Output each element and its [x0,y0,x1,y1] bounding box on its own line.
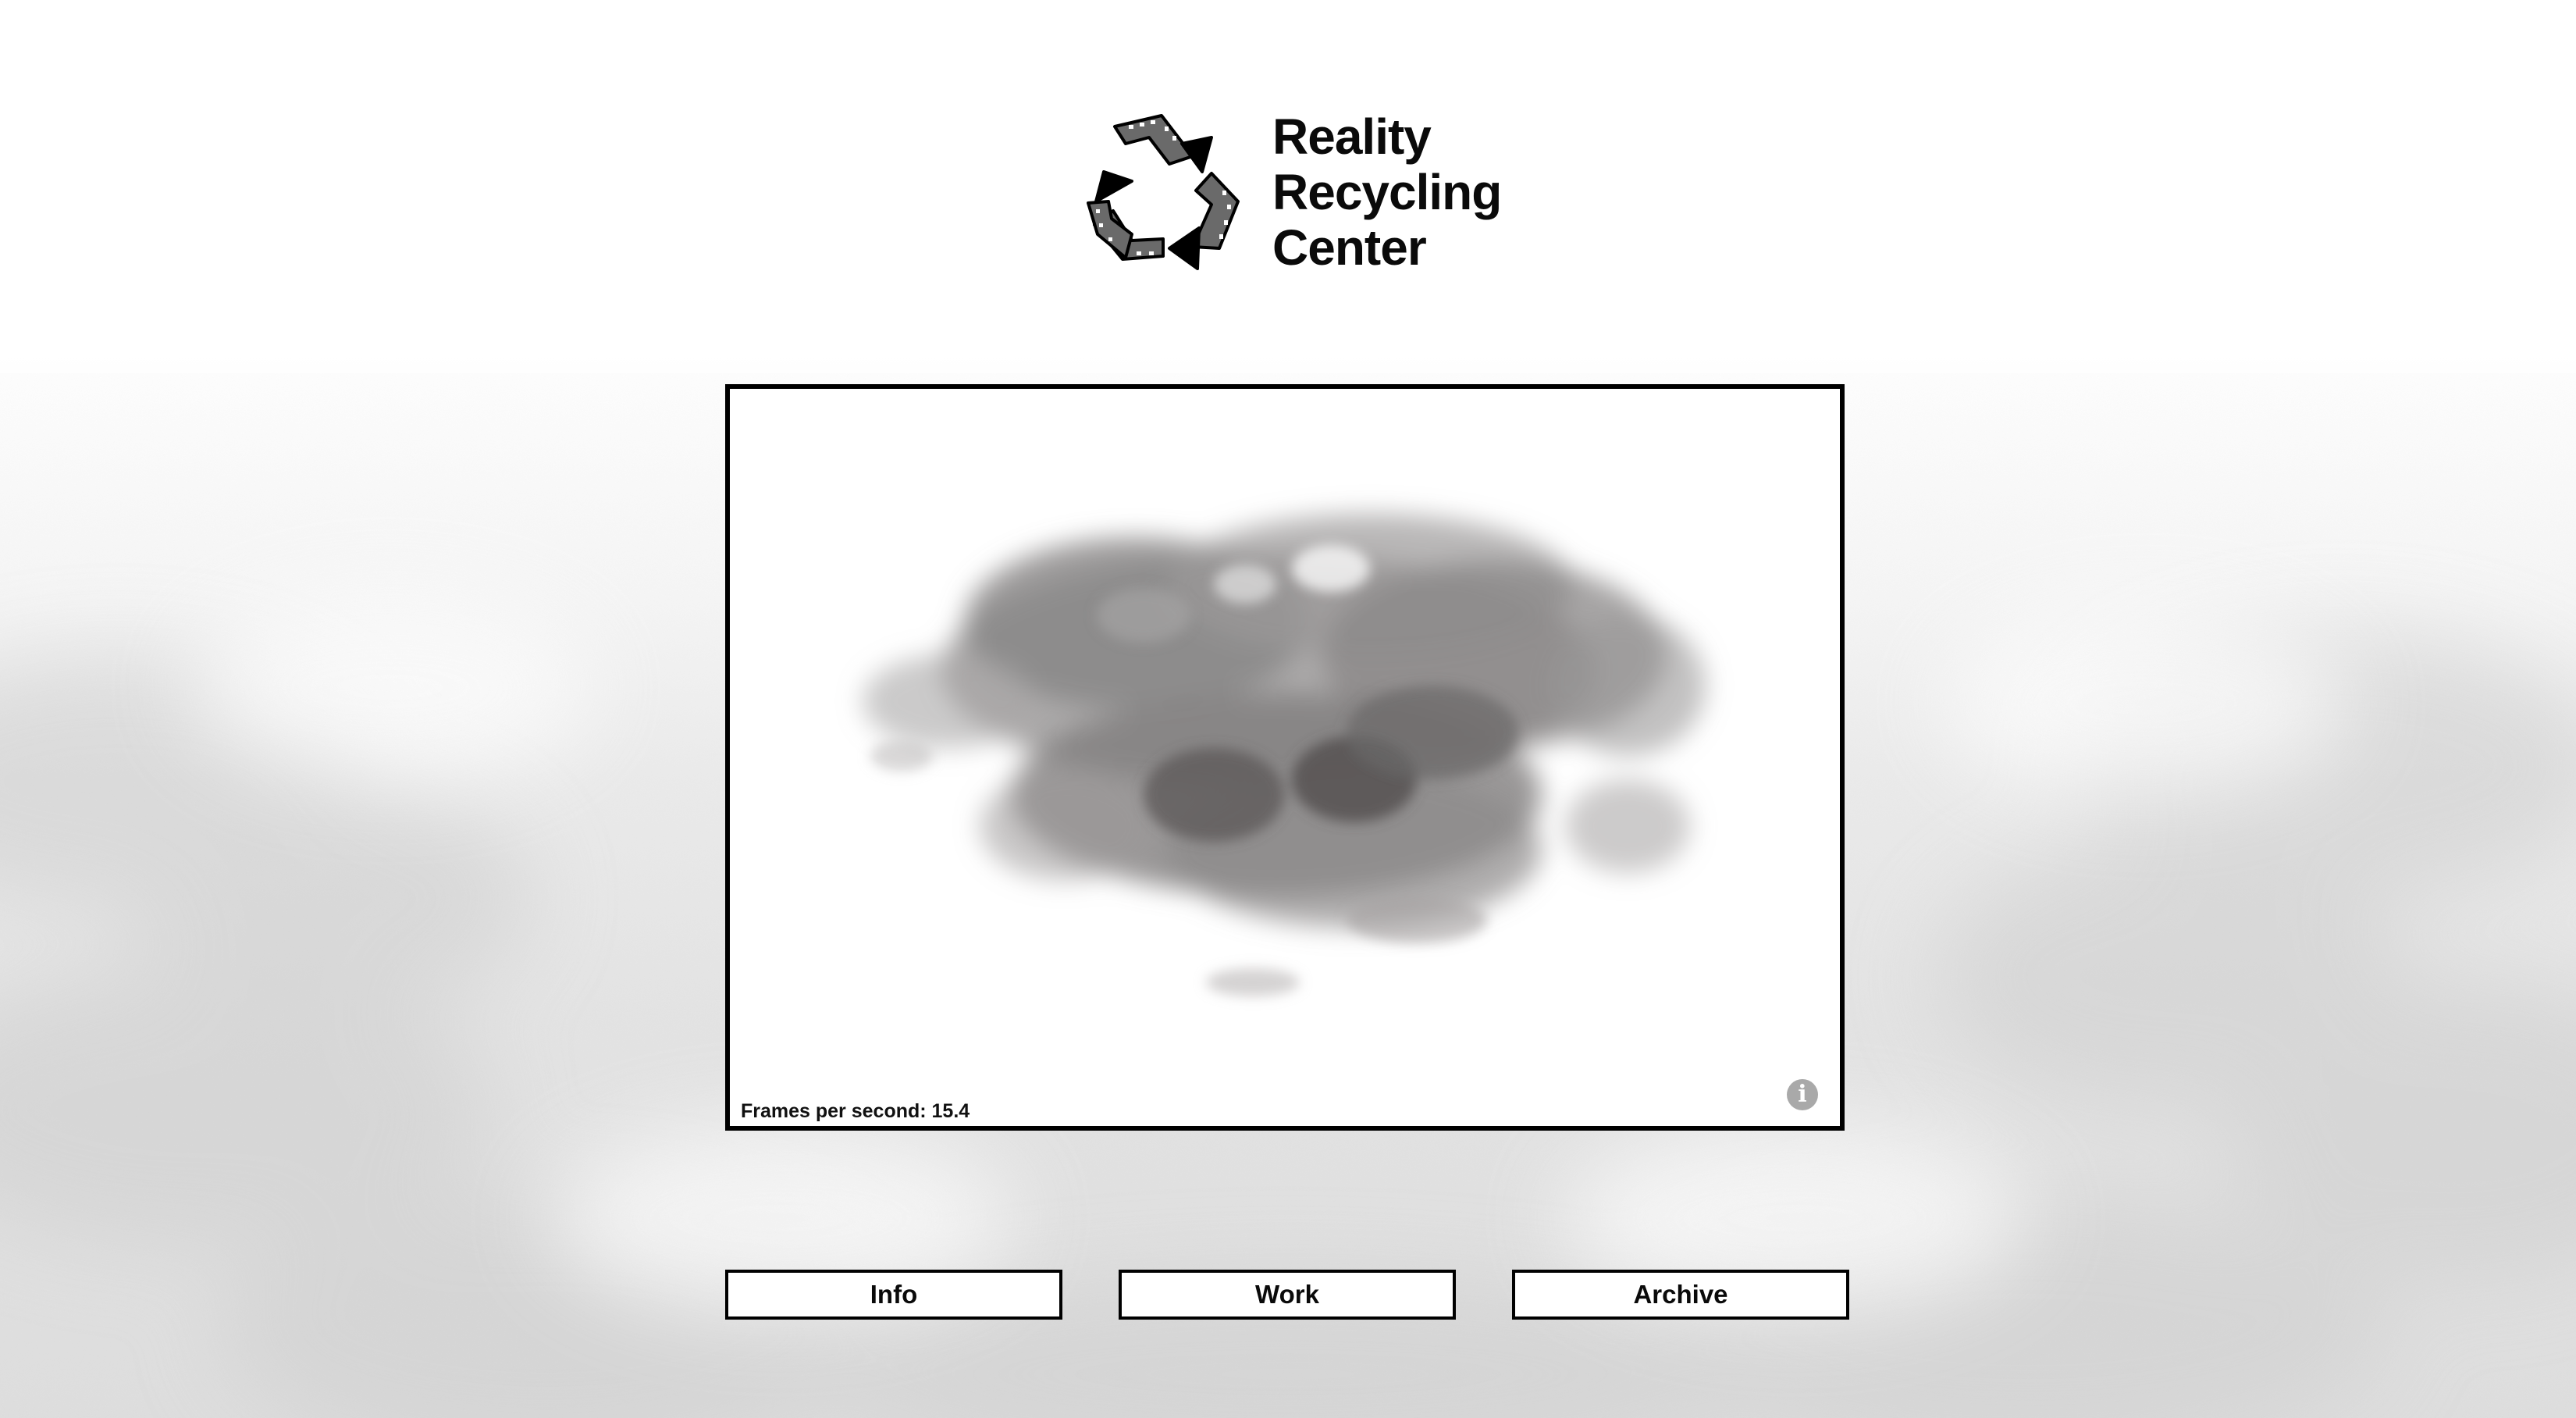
fps-label: Frames per second: [741,1100,932,1122]
site-title-line-3: Center [1272,219,1427,276]
fps-value: 15.4 [931,1100,970,1122]
info-button[interactable]: Info [725,1270,1062,1320]
work-button[interactable]: Work [1119,1270,1456,1320]
fps-readout: Frames per second: 15.4 [741,1100,970,1123]
film-recycle-icon [1087,114,1240,270]
cloud-render[interactable] [730,389,1840,1126]
site-title-line-2: Recycling [1272,164,1502,220]
archive-button[interactable]: Archive [1512,1270,1849,1320]
site-title-line-1: Reality [1272,109,1432,165]
info-icon[interactable]: i [1787,1079,1818,1110]
page: Reality Recycling Center Frames per seco… [0,0,2576,1418]
site-logo[interactable]: Reality Recycling Center [1077,109,1514,281]
render-viewer[interactable]: Frames per second: 15.4 i [725,384,1845,1131]
site-title: Reality Recycling Center [1272,109,1502,276]
